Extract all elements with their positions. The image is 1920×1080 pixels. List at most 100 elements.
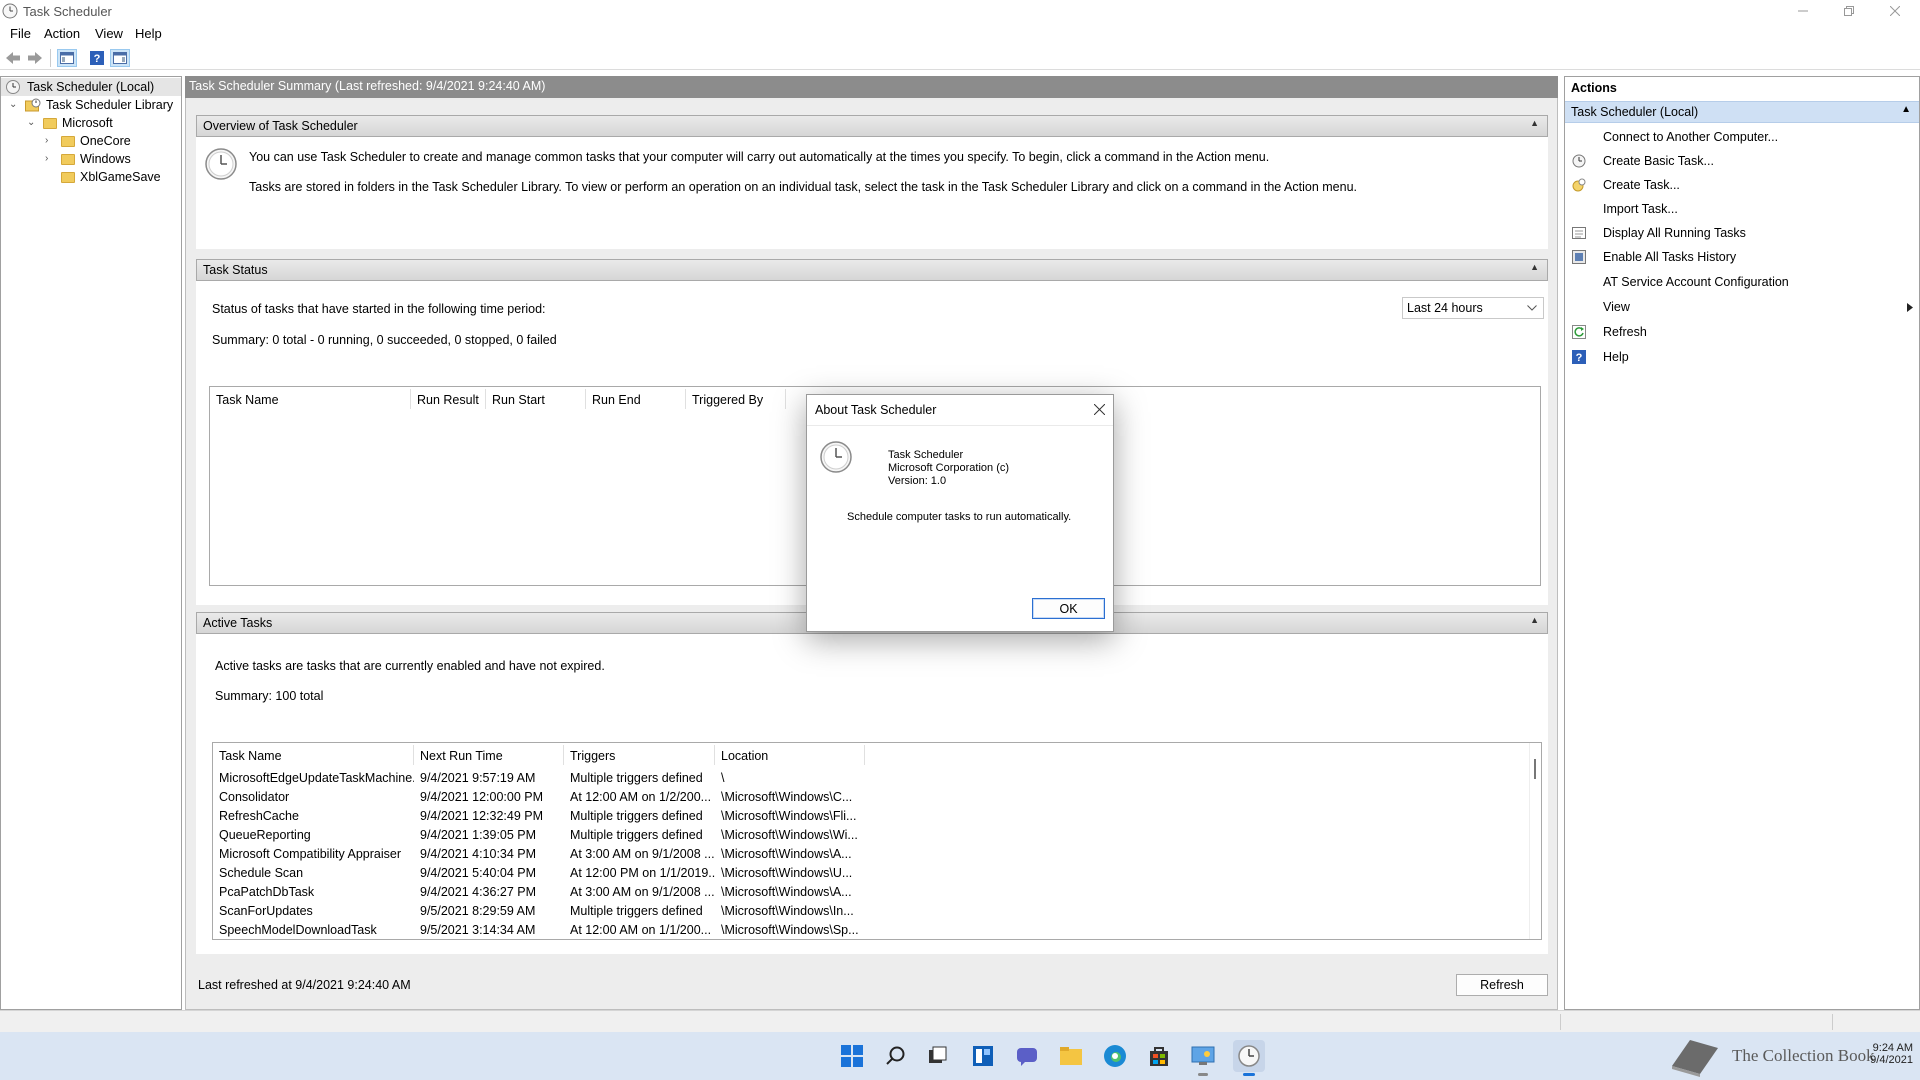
- action-help[interactable]: ? Help: [1565, 345, 1919, 369]
- action-label: Connect to Another Computer...: [1603, 130, 1779, 144]
- menu-help[interactable]: Help: [135, 26, 162, 41]
- cell-next-run-time: 9/5/2021 3:14:34 AM: [420, 922, 536, 937]
- tree-item-task-scheduler-library[interactable]: ⌄ Task Scheduler Library: [1, 96, 173, 114]
- column-header-run-result[interactable]: Run Result: [411, 389, 486, 409]
- refresh-button[interactable]: Refresh: [1456, 974, 1548, 996]
- start-icon[interactable]: [838, 1042, 866, 1070]
- active-tasks-section-body: Active tasks are tasks that are currentl…: [196, 634, 1548, 954]
- cell-location: \Microsoft\Windows\In...: [721, 903, 854, 918]
- tree-item-xblgamesave[interactable]: XblGameSave: [1, 168, 161, 186]
- cell-triggers: At 3:00 AM on 9/1/2008 ...: [570, 846, 715, 861]
- menu-file[interactable]: File: [10, 26, 31, 41]
- action-connect-to-another-computer[interactable]: Connect to Another Computer...: [1565, 125, 1919, 149]
- table-row[interactable]: SpeechModelDownloadTask 9/5/2021 3:14:34 …: [213, 920, 1523, 939]
- scrollbar-thumb[interactable]: [1534, 759, 1536, 779]
- taskbar: The Collection Book 9:24 AM 9/4/2021: [0, 1032, 1920, 1080]
- column-header-location[interactable]: Location: [715, 745, 865, 765]
- collapse-icon[interactable]: ▲: [1901, 104, 1911, 115]
- cell-next-run-time: 9/4/2021 4:10:34 PM: [420, 846, 537, 861]
- tree-item-label: Windows: [80, 152, 131, 166]
- cell-triggers: Multiple triggers defined: [570, 827, 703, 842]
- table-row[interactable]: Schedule Scan 9/4/2021 5:40:04 PM At 12:00…: [213, 863, 1523, 882]
- chevron-down-icon[interactable]: ⌄: [27, 118, 37, 128]
- vertical-scrollbar[interactable]: [1529, 743, 1541, 939]
- clock-time: 9:24 AM: [1872, 1042, 1913, 1054]
- chevron-right-icon[interactable]: ›: [45, 154, 55, 164]
- collapse-icon[interactable]: ▲: [1530, 262, 1539, 272]
- column-header-triggered-by[interactable]: Triggered By: [686, 389, 786, 409]
- restore-icon[interactable]: [1826, 0, 1872, 22]
- table-row[interactable]: ScanForUpdates 9/5/2021 8:29:59 AM Multipl…: [213, 901, 1523, 920]
- ok-button[interactable]: OK: [1032, 598, 1105, 619]
- show-hide-action-pane-icon[interactable]: [110, 49, 130, 67]
- cell-next-run-time: 9/4/2021 9:57:19 AM: [420, 770, 536, 785]
- active-tasks-summary: Summary: 100 total: [215, 689, 324, 703]
- back-arrow-icon[interactable]: [3, 49, 23, 67]
- column-header-run-end[interactable]: Run End: [586, 389, 686, 409]
- help-icon[interactable]: ?: [87, 49, 107, 67]
- overview-section-header[interactable]: Overview of Task Scheduler ▲: [196, 115, 1548, 137]
- cell-location: \Microsoft\Windows\C...: [721, 789, 853, 804]
- cell-task-name: MicrosoftEdgeUpdateTaskMachine...: [219, 770, 414, 785]
- cell-triggers: At 12:00 AM on 1/1/200...: [570, 922, 712, 937]
- table-row[interactable]: Consolidator 9/4/2021 12:00:00 PM At 12:00…: [213, 787, 1523, 806]
- help-icon: ?: [1571, 349, 1587, 365]
- collapse-icon[interactable]: ▲: [1530, 615, 1539, 625]
- column-header-task-name[interactable]: Task Name: [213, 745, 414, 765]
- product-name: Task Scheduler: [888, 449, 964, 461]
- column-header-run-start[interactable]: Run Start: [486, 389, 586, 409]
- store-icon[interactable]: [1145, 1042, 1173, 1070]
- collapse-icon[interactable]: ▲: [1530, 118, 1539, 128]
- cell-next-run-time: 9/4/2021 4:36:27 PM: [420, 884, 537, 899]
- table-row[interactable]: Microsoft Compatibility Appraiser 9/4/202…: [213, 844, 1523, 863]
- forward-arrow-icon[interactable]: [25, 49, 45, 67]
- chevron-right-icon[interactable]: ›: [45, 136, 55, 146]
- file-explorer-icon[interactable]: [1057, 1042, 1085, 1070]
- edge-icon[interactable]: [1101, 1042, 1129, 1070]
- tree-item-task-scheduler-local[interactable]: Task Scheduler (Local): [1, 78, 181, 96]
- control-panel-icon[interactable]: [1189, 1042, 1217, 1076]
- dialog-divider: [807, 425, 1113, 426]
- close-icon[interactable]: [1091, 401, 1107, 417]
- widgets-icon[interactable]: [969, 1042, 997, 1070]
- toolbar-separator: [50, 49, 51, 67]
- action-import-task[interactable]: Import Task...: [1565, 197, 1919, 221]
- column-header-next-run-time[interactable]: Next Run Time: [414, 745, 564, 765]
- cell-location: \Microsoft\Windows\A...: [721, 846, 852, 861]
- tree-item-onecore[interactable]: › OneCore: [1, 132, 131, 150]
- tree-item-windows[interactable]: › Windows: [1, 150, 131, 168]
- time-period-dropdown[interactable]: Last 24 hours: [1402, 297, 1544, 319]
- time-period-value: Last 24 hours: [1407, 301, 1483, 315]
- menu-action[interactable]: Action: [44, 26, 80, 41]
- task-scheduler-icon[interactable]: [1233, 1040, 1265, 1076]
- action-at-service-account-configuration[interactable]: AT Service Account Configuration: [1565, 270, 1919, 294]
- chat-icon[interactable]: [1013, 1042, 1041, 1070]
- actions-group-header[interactable]: Task Scheduler (Local) ▲: [1565, 101, 1919, 123]
- menu-bar: File Action View Help: [0, 24, 1920, 46]
- action-display-all-running-tasks[interactable]: Display All Running Tasks: [1565, 221, 1919, 245]
- task-view-icon[interactable]: [925, 1042, 953, 1070]
- search-icon[interactable]: [882, 1042, 910, 1070]
- minimize-icon[interactable]: [1780, 0, 1826, 22]
- cell-triggers: At 12:00 PM on 1/1/2019...: [570, 865, 715, 880]
- action-create-basic-task[interactable]: Create Basic Task...: [1565, 149, 1919, 173]
- show-hide-console-tree-icon[interactable]: [57, 49, 77, 67]
- table-row[interactable]: RefreshCache 9/4/2021 12:32:49 PM Multiple…: [213, 806, 1523, 825]
- menu-view[interactable]: View: [95, 26, 123, 41]
- column-header-task-name[interactable]: Task Name: [210, 389, 411, 409]
- clock-icon: [6, 80, 20, 94]
- action-enable-all-tasks-history[interactable]: Enable All Tasks History: [1565, 245, 1919, 269]
- chevron-down-icon[interactable]: ⌄: [9, 100, 19, 110]
- table-row[interactable]: MicrosoftEdgeUpdateTaskMachine... 9/4/202…: [213, 768, 1523, 787]
- task-status-section-header[interactable]: Task Status ▲: [196, 259, 1548, 281]
- table-row[interactable]: QueueReporting 9/4/2021 1:39:05 PM Multipl…: [213, 825, 1523, 844]
- action-refresh[interactable]: Refresh: [1565, 320, 1919, 344]
- tree-item-microsoft[interactable]: ⌄ Microsoft: [1, 114, 113, 132]
- column-header-triggers[interactable]: Triggers: [564, 745, 715, 765]
- system-clock[interactable]: 9:24 AM 9/4/2021: [1855, 1042, 1913, 1066]
- table-row[interactable]: PcaPatchDbTask 9/4/2021 4:36:27 PM At 3:00…: [213, 882, 1523, 901]
- action-view[interactable]: View: [1565, 295, 1919, 319]
- status-divider: [1560, 1014, 1561, 1030]
- action-create-task[interactable]: Create Task...: [1565, 173, 1919, 197]
- close-icon[interactable]: [1872, 0, 1918, 22]
